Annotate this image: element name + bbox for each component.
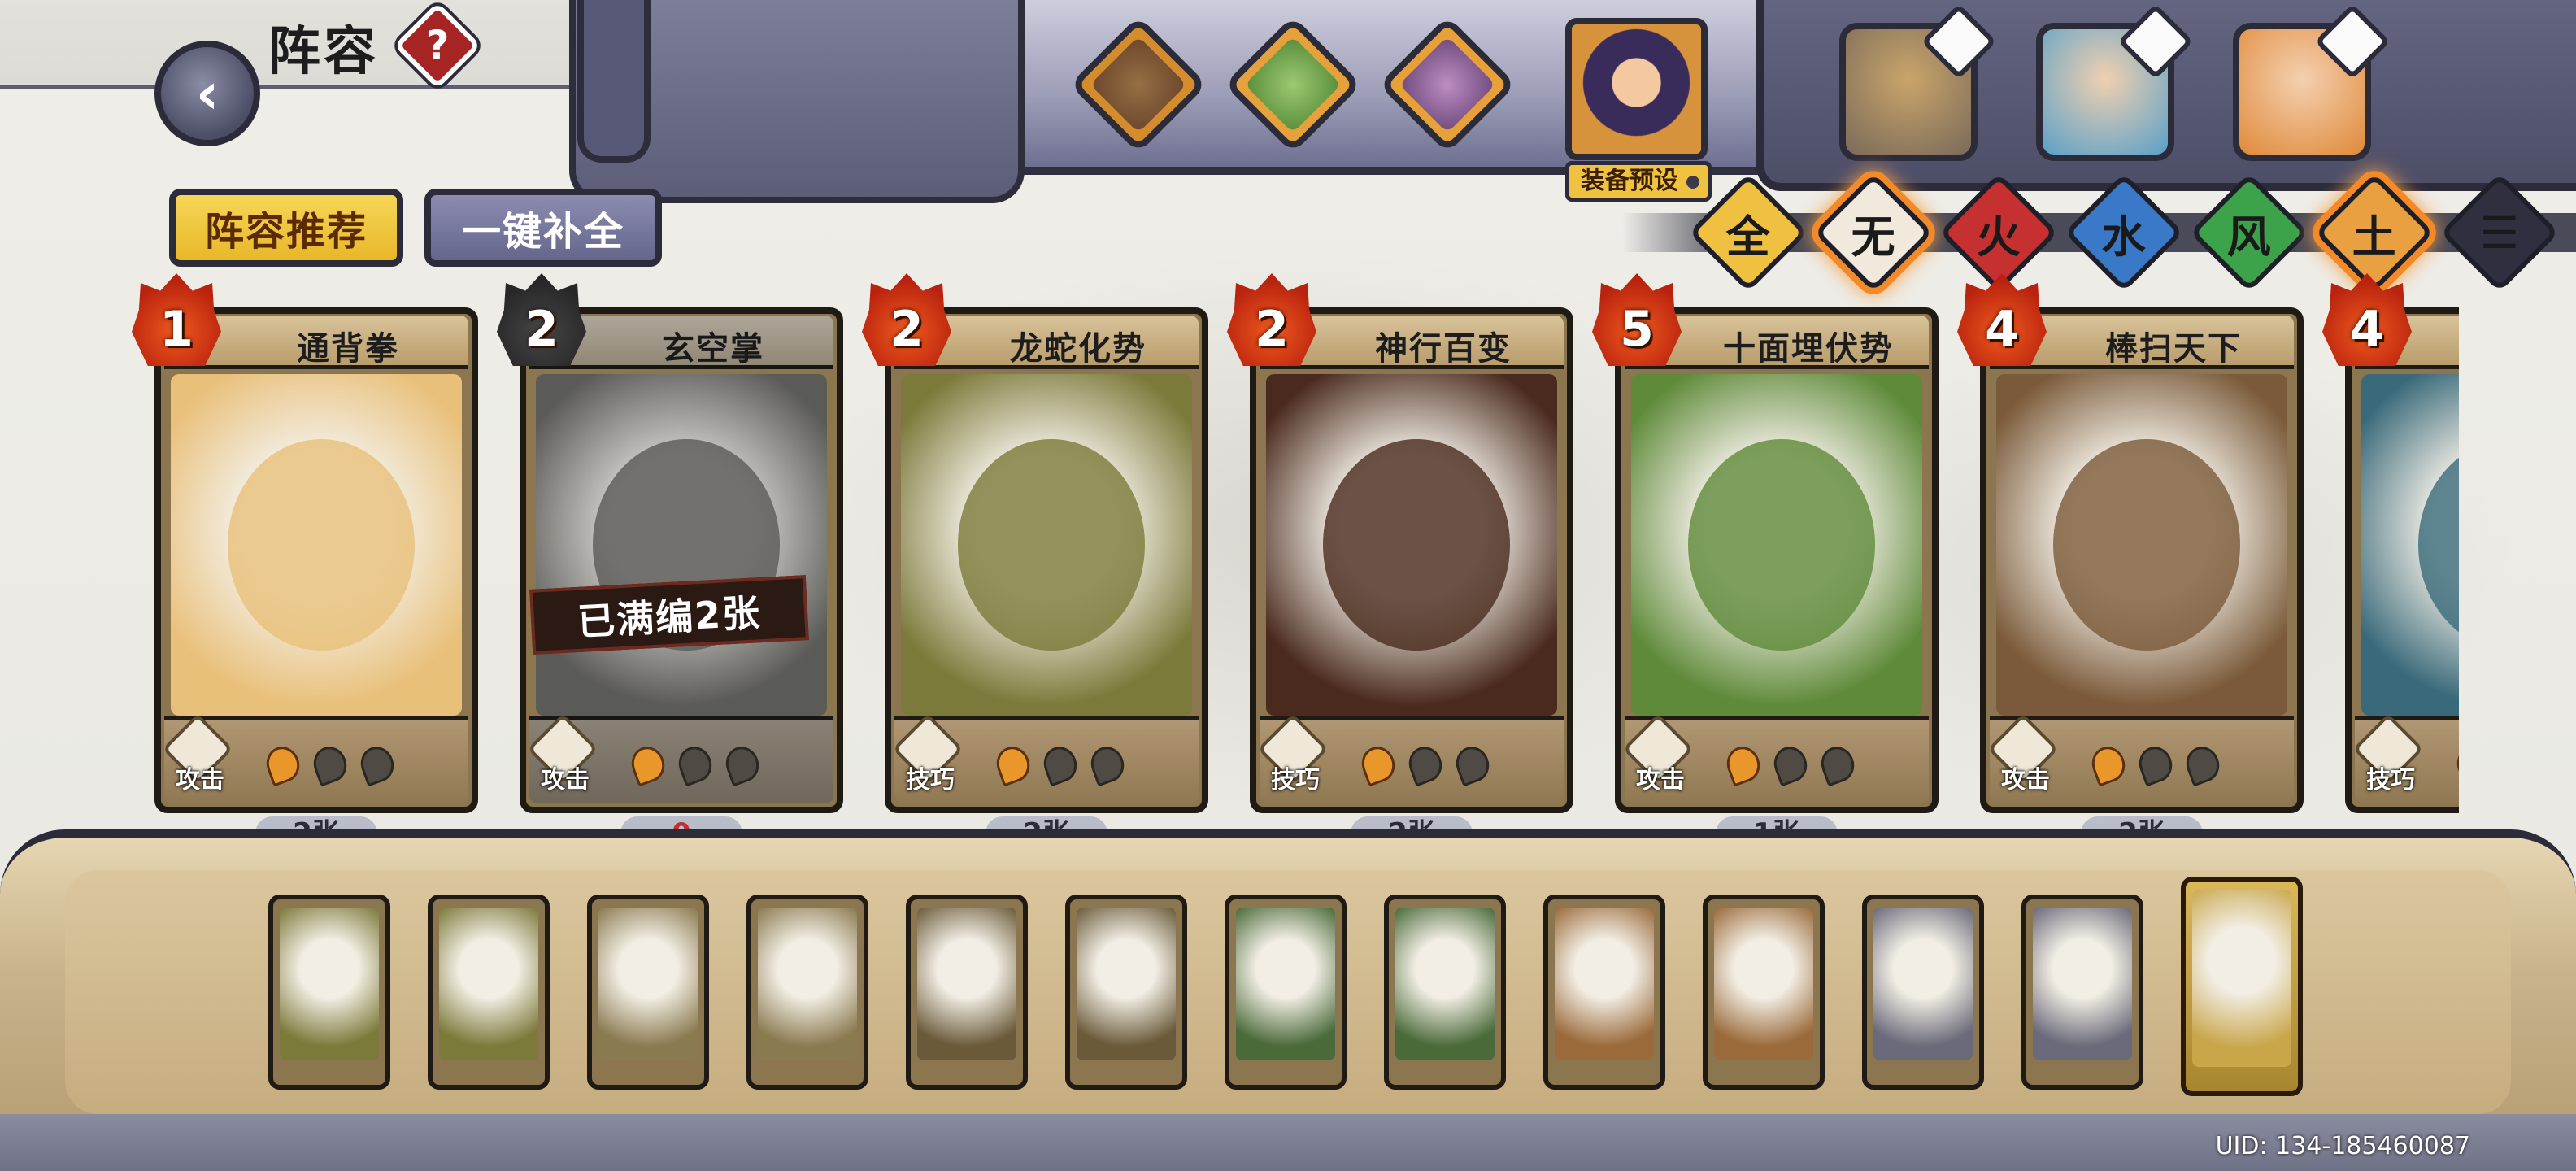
deck-slot-hero-card-icon[interactable] <box>2181 877 2303 1096</box>
card-cost: 2 <box>524 301 559 358</box>
deck-slot-shield-card-icon[interactable] <box>1543 895 1665 1090</box>
card-type-label: 攻击 <box>2001 766 2050 794</box>
card-type-label: 攻击 <box>176 766 224 794</box>
card-name: 通背拳 <box>297 330 399 368</box>
deck-card-art <box>2033 908 2132 1060</box>
card-art-figure <box>1323 439 1510 651</box>
card-type-label: 攻击 <box>541 766 590 794</box>
card-name: 十面埋伏势 <box>1723 330 1894 368</box>
skill-card[interactable]: 通背拳攻击 1 <box>132 273 478 813</box>
card-name: 棒扫天下 <box>2105 330 2242 368</box>
deck-slot-badger-card-icon[interactable] <box>268 895 390 1090</box>
deck-card-art <box>439 908 538 1060</box>
deck-slot-otter-card-icon[interactable] <box>1065 895 1187 1090</box>
card-art <box>536 374 827 716</box>
deck-card-art <box>917 908 1016 1060</box>
deck-slot-otter-card-icon[interactable] <box>906 895 1028 1090</box>
skill-card[interactable]: 龙蛇化势技巧 2 <box>862 273 1208 813</box>
deck-card-art <box>280 908 379 1060</box>
deck-card-art <box>598 908 698 1060</box>
skill-card[interactable]: 神行百变技巧 2 <box>1227 273 1573 813</box>
deck-slot-badger-card-icon[interactable] <box>428 895 550 1090</box>
deck-slot-rat-fighter-card-icon[interactable] <box>1225 895 1347 1090</box>
deck-slot-monkey-card-icon[interactable] <box>587 895 709 1090</box>
deck-card-art <box>758 908 857 1060</box>
skill-card[interactable]: 玄空掌 攻击 2 已满编2张 <box>497 273 843 813</box>
card-art-figure <box>2418 439 2459 651</box>
skill-card[interactable]: 技巧 4 <box>2322 273 2459 813</box>
card-art <box>1996 374 2287 716</box>
card-type-label: 攻击 <box>1636 766 1685 794</box>
card-name: 神行百变 <box>1375 330 1512 368</box>
card-name: 龙蛇化势 <box>1010 330 1147 368</box>
deck-card-art <box>1873 908 1973 1060</box>
card-cost: 2 <box>890 301 924 358</box>
card-art-figure <box>958 439 1145 651</box>
deck-card-art <box>1236 908 1335 1060</box>
card-art <box>901 374 1192 716</box>
card-art <box>1266 374 1557 716</box>
card-art <box>1631 374 1922 716</box>
card-type-label: 技巧 <box>1271 766 1320 794</box>
card-cost: 5 <box>1620 301 1654 358</box>
card-type-label: 技巧 <box>2366 766 2415 794</box>
card-art <box>2361 374 2459 716</box>
card-art-figure <box>1688 439 1875 651</box>
deck-card-art <box>1395 908 1495 1060</box>
card-cost: 4 <box>1985 301 2019 358</box>
card-art-figure <box>2053 439 2240 651</box>
deck-card-art <box>1077 908 1176 1060</box>
skill-card[interactable]: 棒扫天下攻击 4 <box>1957 273 2304 813</box>
deck-slot-monkey-card-icon[interactable] <box>746 895 868 1090</box>
card-type-label: 技巧 <box>906 766 955 794</box>
deck-card-art <box>1714 908 1813 1060</box>
skill-card[interactable]: 十面埋伏势攻击 5 <box>1592 273 1939 813</box>
deck-slot-armor-card-icon[interactable] <box>2021 895 2143 1090</box>
card-art-figure <box>228 439 415 651</box>
card-art <box>171 374 462 716</box>
deck-card-art <box>1555 908 1654 1060</box>
card-cost: 1 <box>159 301 194 358</box>
deck-slot-shield-card-icon[interactable] <box>1703 895 1825 1090</box>
deck-slot-armor-card-icon[interactable] <box>1862 895 1984 1090</box>
uid-text: UID: 134-185460087 <box>2215 1132 2470 1160</box>
element-filter-label: ☰ <box>2479 207 2520 259</box>
tray-bottom <box>0 1114 2576 1171</box>
card-name: 玄空掌 <box>662 330 764 368</box>
card-cost: 4 <box>2350 301 2384 358</box>
deck-card-art <box>2192 890 2291 1067</box>
deck-slot-rat-fighter-card-icon[interactable] <box>1384 895 1506 1090</box>
card-cost: 2 <box>1255 301 1289 358</box>
